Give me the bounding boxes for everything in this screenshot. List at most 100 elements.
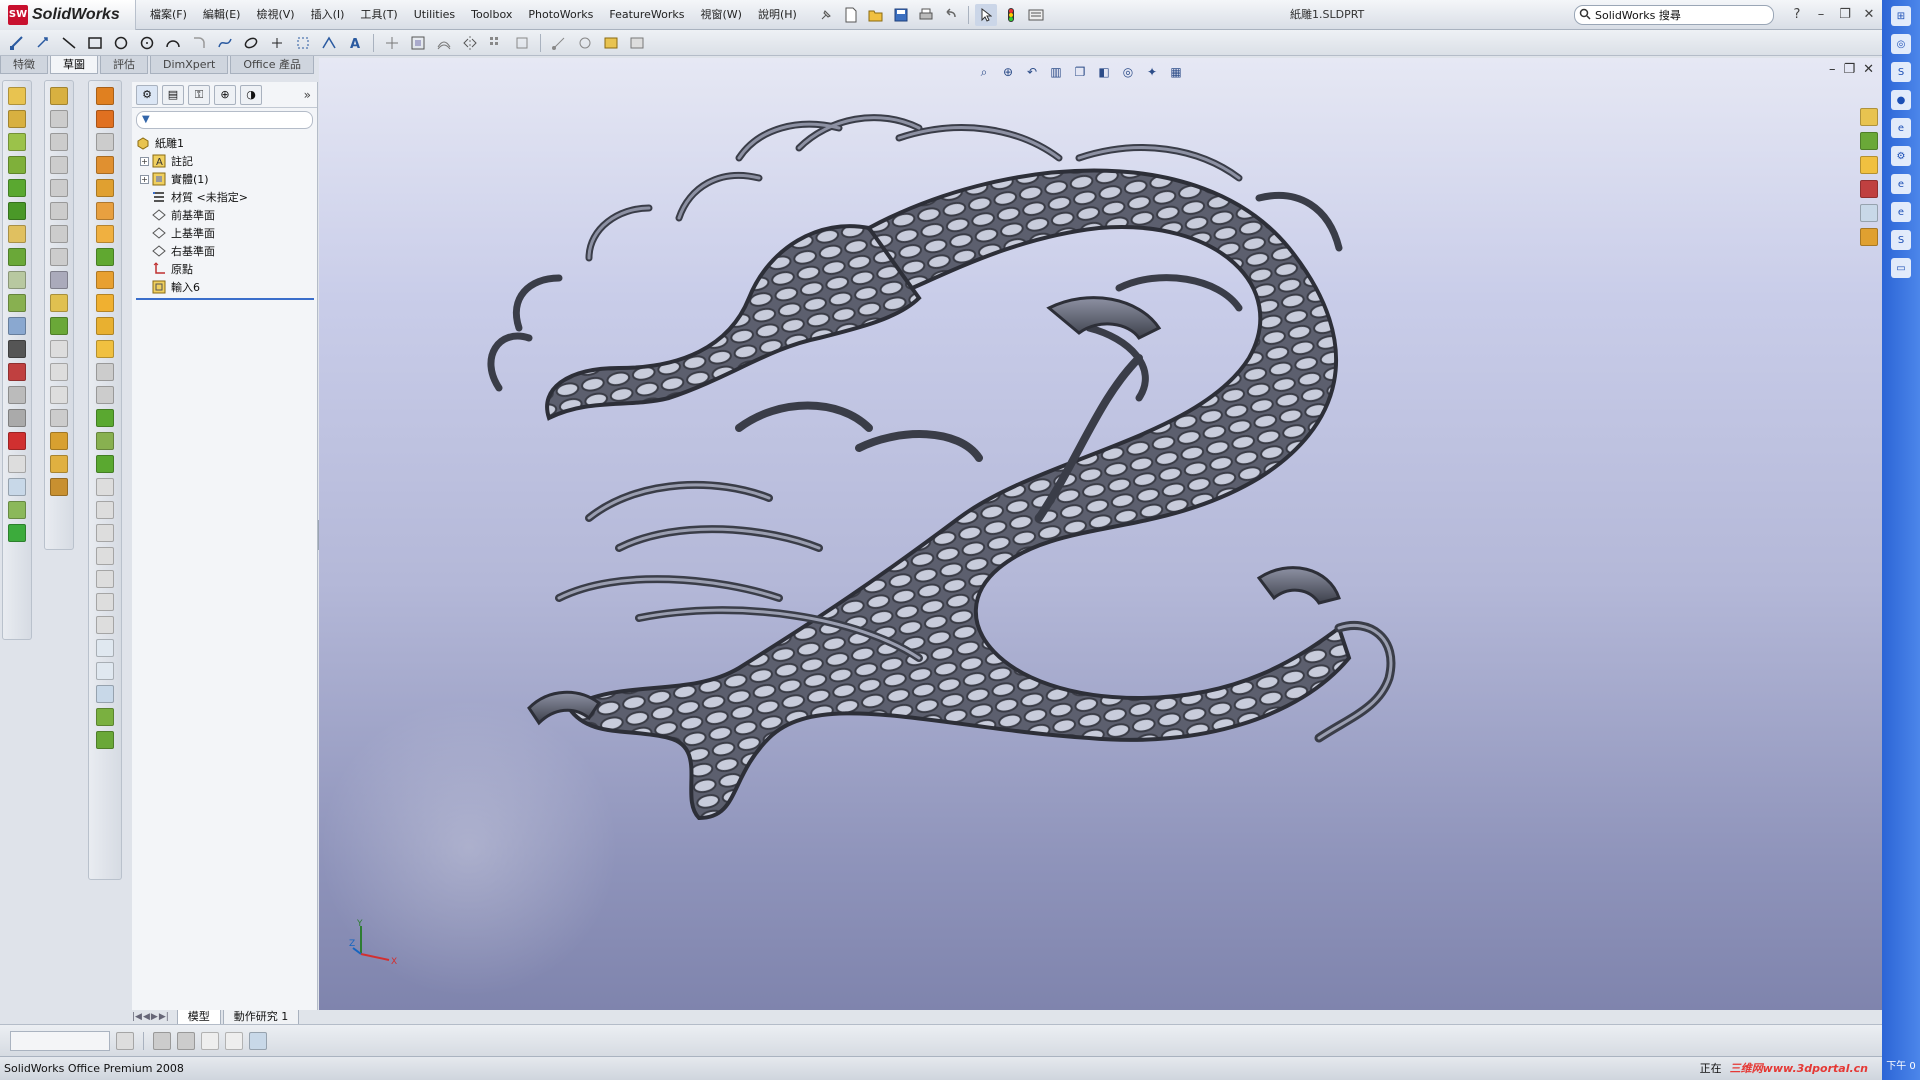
sm-4-icon[interactable] [96,547,114,565]
sm-2-icon[interactable] [96,501,114,519]
lofted-boss-icon[interactable] [8,156,26,174]
macro-icon[interactable] [8,501,26,519]
line-icon[interactable] [58,32,80,54]
ie-icon[interactable]: e [1891,118,1911,138]
expand-panel-icon[interactable]: » [304,88,311,102]
text-icon[interactable]: A [344,32,366,54]
arc-icon[interactable] [162,32,184,54]
undo-icon[interactable] [940,4,962,26]
move-entities-icon[interactable] [511,32,533,54]
sketch-icon[interactable] [6,32,28,54]
hole-wizard-icon[interactable] [50,271,68,289]
knit-surface-icon[interactable] [96,386,114,404]
viewport-minimize-button[interactable]: – [1829,62,1836,77]
boundary-surface-icon[interactable] [96,179,114,197]
swept-surface-icon[interactable] [96,133,114,151]
mirror-icon[interactable] [459,32,481,54]
extend-surface-icon[interactable] [96,317,114,335]
revolved-boss-icon[interactable] [8,110,26,128]
zoom-to-area-icon[interactable]: ⊕ [998,64,1018,80]
flex-icon[interactable] [50,202,68,220]
edit-icon[interactable] [8,478,26,496]
tab-evaluate[interactable]: 評估 [100,56,148,74]
tree-item-front-plane[interactable]: 前基準面 [136,206,317,224]
sketch-edit-icon[interactable] [96,639,114,657]
menu-toolbox[interactable]: Toolbox [463,0,520,30]
previous-view-icon[interactable]: ↶ [1022,64,1042,80]
configuration-manager-tab-icon[interactable]: ⚿ [188,84,210,105]
wrap-icon[interactable] [50,156,68,174]
scene-icon[interactable] [8,386,26,404]
restore-button[interactable]: ❐ [1836,0,1854,30]
trim-icon[interactable] [381,32,403,54]
filled-surface-icon[interactable] [96,202,114,220]
sm-7-icon[interactable] [96,616,114,634]
appearances-scenes-icon[interactable] [1860,228,1878,246]
rectangle-icon[interactable] [84,32,106,54]
browser-icon[interactable]: ◎ [1891,34,1911,54]
tree-item-solid-bodies[interactable]: + 實體(1) [136,170,317,188]
settings-icon[interactable]: ⚙ [1891,146,1911,166]
deform-icon[interactable] [50,225,68,243]
layer-icon[interactable] [153,1031,171,1050]
display-manager-tab-icon[interactable]: ◑ [240,84,262,105]
solidworks-search[interactable]: SolidWorks 搜尋 [1574,5,1774,25]
design-library-icon[interactable] [1860,132,1878,150]
measure-icon[interactable] [96,685,114,703]
tree-item-annotations[interactable]: + A 註記 [136,152,317,170]
combo-extra-icon[interactable] [116,1031,134,1050]
windows-start-icon[interactable]: ⊞ [1891,6,1911,26]
thicken-icon[interactable] [96,409,114,427]
expand-icon[interactable]: + [140,174,149,184]
fillet-feature-icon[interactable] [8,225,26,243]
menu-file[interactable]: 檔案(F) [142,0,195,30]
dome-icon[interactable] [50,179,68,197]
chart-icon[interactable] [249,1031,267,1050]
help-button[interactable]: ? [1788,0,1806,30]
tree-item-material[interactable]: 材質 <未指定> [136,188,317,206]
delete-body-icon[interactable] [50,386,68,404]
split-icon[interactable] [50,340,68,358]
reference-geometry-icon[interactable] [8,271,26,289]
feature-filter-input[interactable]: ▼ [136,111,313,129]
mold-icon[interactable] [50,432,68,450]
display-style-icon[interactable]: ◧ [1094,64,1114,80]
media-icon[interactable]: ● [1891,90,1911,110]
combine-icon[interactable] [50,317,68,335]
line-style-icon[interactable] [201,1031,219,1050]
curves-icon[interactable] [8,294,26,312]
intersect-icon[interactable] [50,409,68,427]
circle-icon[interactable] [110,32,132,54]
add-relation-icon[interactable] [96,662,114,680]
point-icon[interactable] [266,32,288,54]
lofted-surface-icon[interactable] [96,156,114,174]
solidworks-window-icon[interactable]: S [1891,230,1911,250]
sm-6-icon[interactable] [96,593,114,611]
tree-item-part[interactable]: 紙雕1 [136,134,317,152]
quick-snaps-icon[interactable] [600,32,622,54]
minimize-button[interactable]: – [1812,0,1830,30]
draft-icon[interactable] [50,87,68,105]
save-icon[interactable] [890,4,912,26]
apply-scene-icon[interactable]: ▦ [1166,64,1186,80]
line-thickness-icon[interactable] [225,1031,243,1050]
solidworks-taskbar-icon[interactable]: S [1891,62,1911,82]
menu-photoworks[interactable]: PhotoWorks [520,0,601,30]
trim-surface-icon[interactable] [96,340,114,358]
instant3d-icon[interactable] [8,317,26,335]
rollback-bar[interactable] [136,298,314,300]
section-view-icon[interactable] [8,409,26,427]
section-view-icon[interactable]: ▥ [1046,64,1066,80]
menu-help[interactable]: 說明(H) [750,0,805,30]
ie-window-icon[interactable]: e [1891,202,1911,222]
ellipse-icon[interactable] [240,32,262,54]
convert-entities-icon[interactable] [407,32,429,54]
tab-sketch[interactable]: 草圖 [50,56,98,74]
check-icon[interactable] [96,731,114,749]
last-tab-icon[interactable]: ▶| [159,1012,169,1022]
planar-surface-icon[interactable] [96,225,114,243]
print-icon[interactable] [915,4,937,26]
options-icon[interactable] [1025,4,1047,26]
open-folder-icon[interactable] [865,4,887,26]
revolved-surface-icon[interactable] [96,110,114,128]
